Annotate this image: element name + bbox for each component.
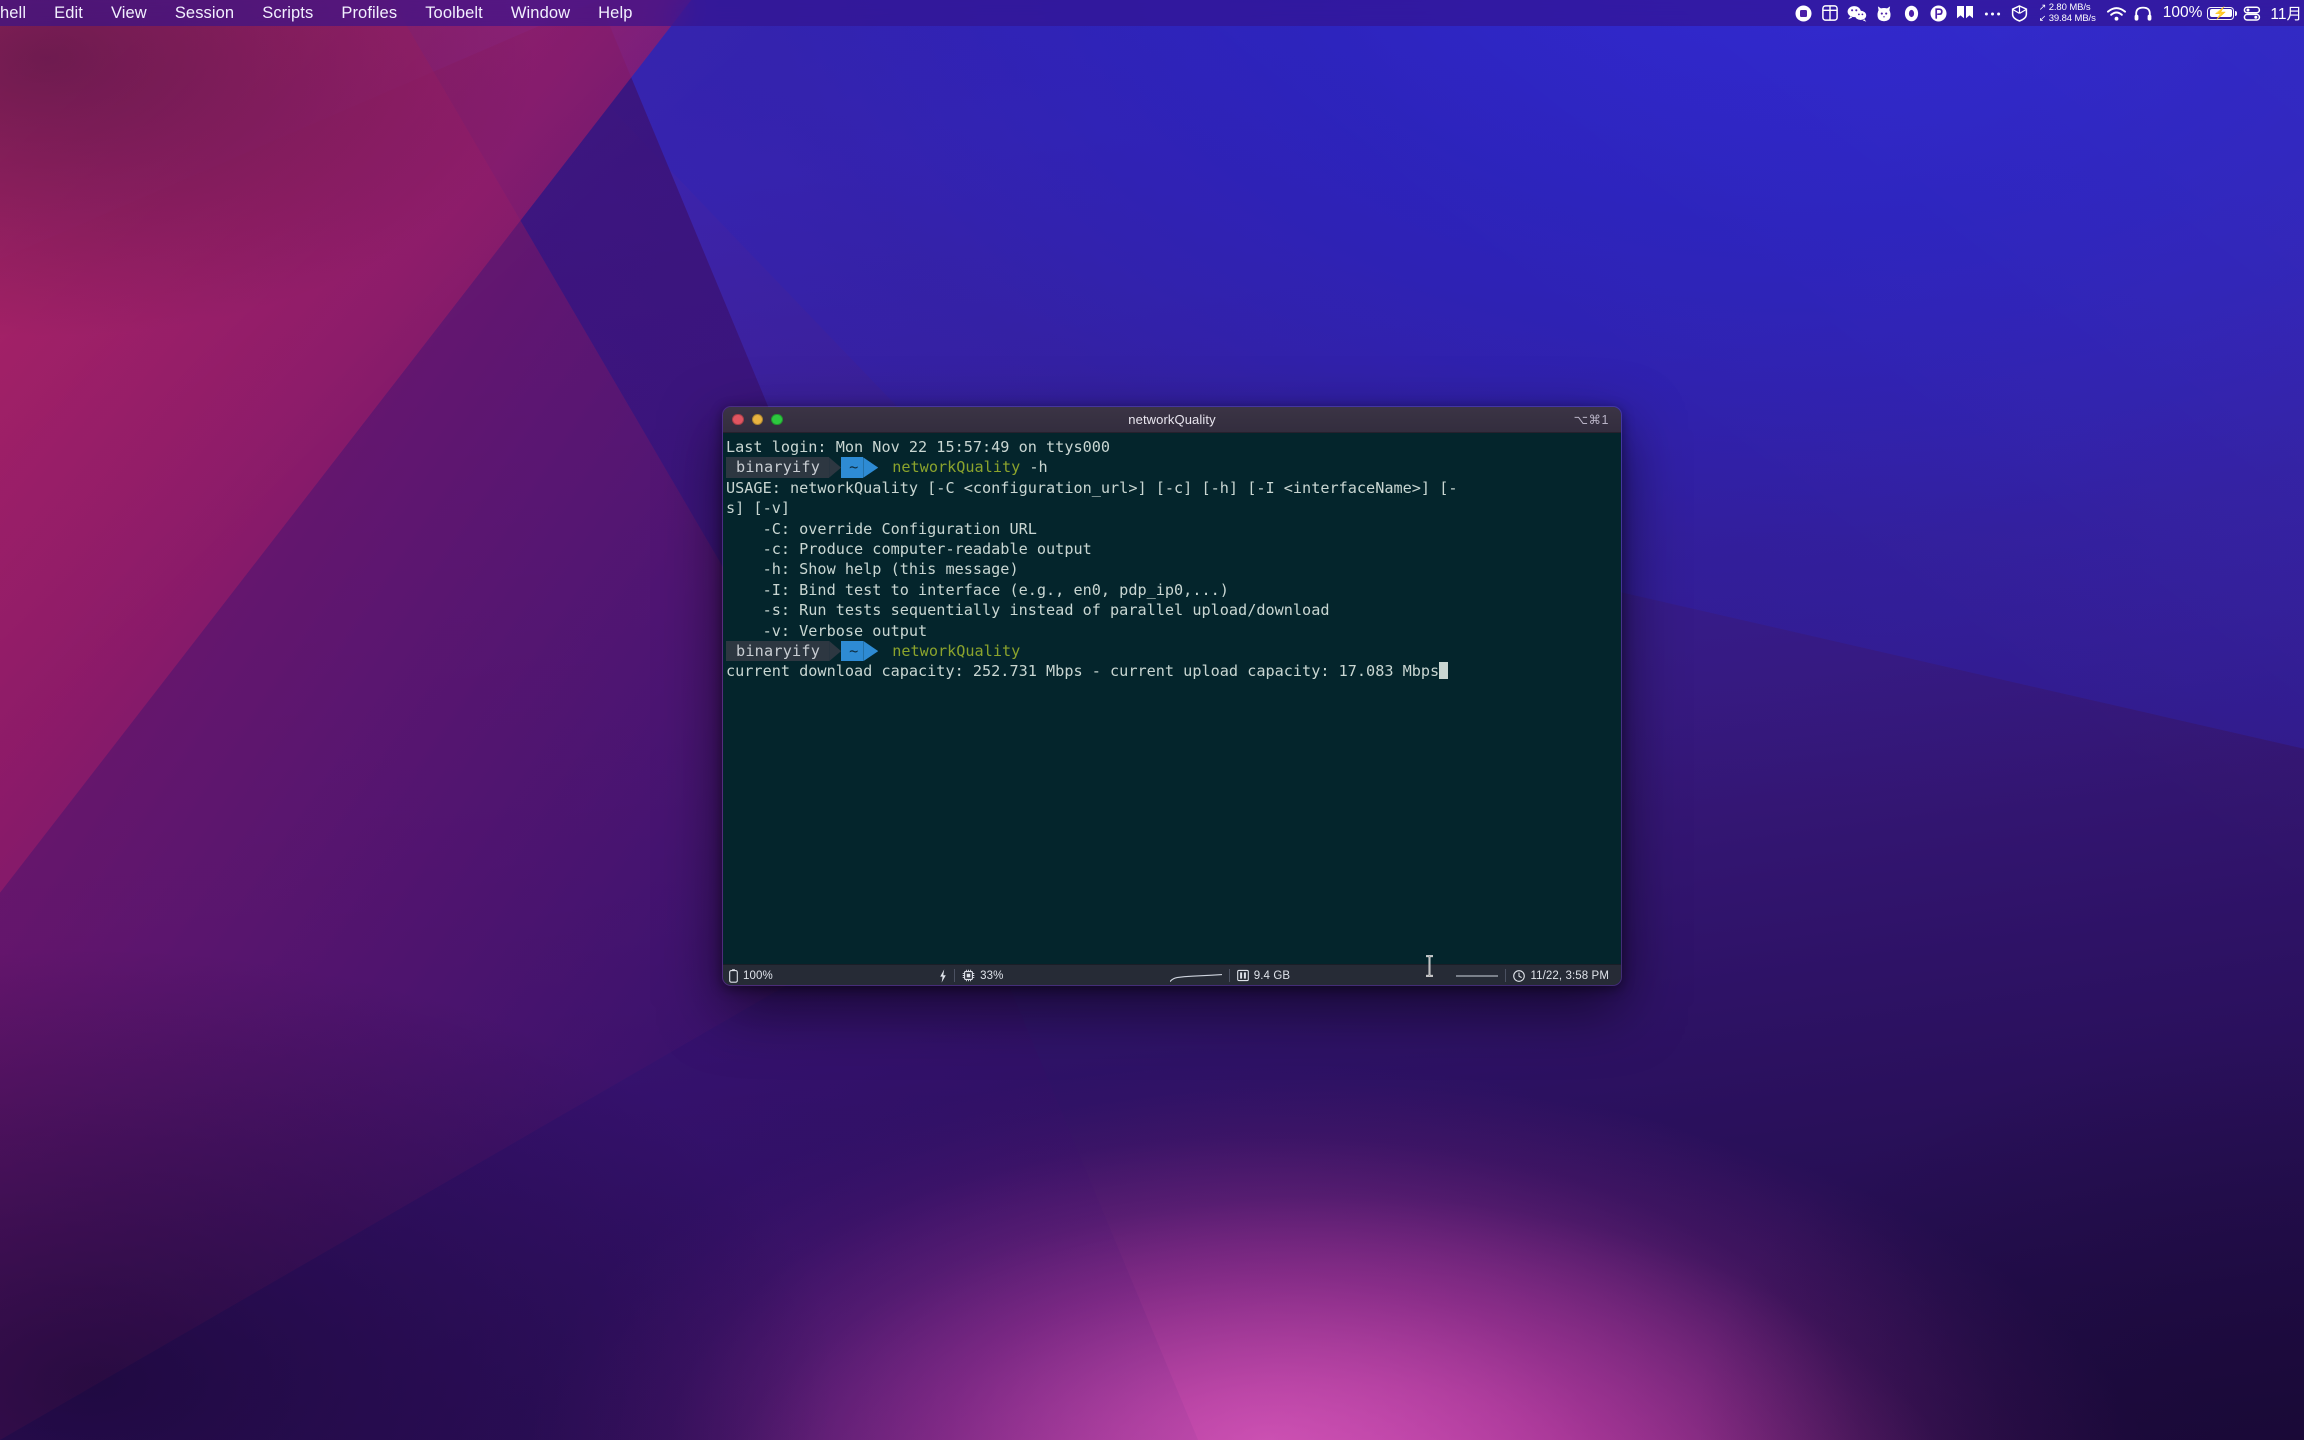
status-memory-group[interactable]: 9.4 GB bbox=[1236, 969, 1291, 982]
bookmarks-icon[interactable] bbox=[1952, 0, 1979, 26]
terminal-status-bar: 100% 33% 9.4 GB 11/22, 3:58 PM bbox=[723, 964, 1621, 985]
battery-icon: ⚡ bbox=[2207, 6, 2238, 20]
minimize-button[interactable] bbox=[751, 413, 763, 426]
cpu-sparkline bbox=[1169, 969, 1222, 983]
upload-arrow-icon: ↗ bbox=[2038, 2, 2047, 12]
powerline-prompt: binaryify ~ bbox=[726, 457, 879, 478]
terminal-line-option-2: -h: Show help (this message) bbox=[726, 560, 1019, 579]
menu-bar: hell Edit View Session Scripts Profiles … bbox=[0, 0, 2304, 26]
terminal-line-login: Last login: Mon Nov 22 15:57:49 on ttys0… bbox=[726, 438, 1111, 456]
window-titlebar[interactable]: networkQuality ⌥⌘1 bbox=[723, 407, 1621, 433]
terminal-result-text: current download capacity: 252.731 Mbps … bbox=[726, 662, 1440, 681]
battery-icon bbox=[729, 968, 738, 983]
prompt-arrow-blue-2 bbox=[863, 640, 879, 662]
prompt-arrow-dark-2 bbox=[829, 640, 842, 662]
terminal-line-option-0: -C: override Configuration URL bbox=[726, 519, 1037, 538]
terminal-command-2: networkQuality bbox=[892, 641, 1021, 660]
shield-box-icon[interactable] bbox=[2006, 0, 2033, 26]
cat-app-icon[interactable] bbox=[1871, 0, 1898, 26]
status-divider-2 bbox=[1228, 969, 1230, 982]
memory-icon bbox=[1236, 969, 1249, 982]
download-arrow-icon: ↙ bbox=[2038, 13, 2047, 23]
headphones-icon[interactable] bbox=[2130, 0, 2157, 26]
prompt-arrow-blue bbox=[863, 457, 879, 478]
window-shortcut-badge: ⌥⌘1 bbox=[1573, 413, 1609, 427]
menu-shell[interactable]: hell bbox=[0, 0, 40, 26]
network-download-row: ↙ 39.84 MB/s bbox=[2039, 13, 2096, 24]
status-battery-group[interactable]: 100% bbox=[729, 968, 773, 983]
menu-view[interactable]: View bbox=[97, 0, 161, 26]
network-upload-row: ↗ 2.80 MB/s bbox=[2039, 2, 2096, 13]
terminal-window[interactable]: networkQuality ⌥⌘1 Last login: Mon Nov 2… bbox=[722, 406, 1622, 986]
lightning-bolt-icon: ⚡ bbox=[2213, 6, 2229, 20]
status-clock-value: 11/22, 3:58 PM bbox=[1530, 969, 1609, 982]
lightning-bolt-icon bbox=[939, 968, 947, 983]
terminal-line-usage-2: s] [-v] bbox=[726, 499, 791, 518]
oval-app-icon[interactable] bbox=[1898, 0, 1925, 26]
ellipsis-icon[interactable] bbox=[1979, 0, 2006, 26]
prompt-user-segment-2: binaryify bbox=[726, 640, 830, 662]
close-button[interactable] bbox=[732, 413, 744, 426]
status-cpu-percent: 33% bbox=[980, 969, 1004, 982]
menu-bar-clock[interactable]: 11月 bbox=[2265, 2, 2302, 24]
terminal-command-1: networkQuality bbox=[892, 458, 1021, 477]
terminal-line-option-4: -s: Run tests sequentially instead of pa… bbox=[726, 601, 1330, 620]
memory-sparkline bbox=[1456, 969, 1499, 983]
cpu-chip-icon bbox=[962, 969, 975, 982]
menu-scripts[interactable]: Scripts bbox=[248, 0, 327, 26]
menu-profiles[interactable]: Profiles bbox=[327, 0, 411, 26]
status-battery-percent: 100% bbox=[743, 969, 773, 982]
terminal-line-option-1: -c: Produce computer-readable output bbox=[726, 539, 1092, 558]
terminal-output-area[interactable]: Last login: Mon Nov 22 15:57:49 on ttys0… bbox=[723, 433, 1621, 964]
battery-percent-label: 100% bbox=[2162, 4, 2203, 21]
status-divider-3 bbox=[1505, 969, 1507, 982]
menu-window[interactable]: Window bbox=[497, 0, 584, 26]
terminal-line-result: current download capacity: 252.731 Mbps … bbox=[723, 661, 1621, 681]
terminal-command-1-args: -h bbox=[1020, 458, 1048, 477]
app-menu-group: hell Edit View Session Scripts Profiles … bbox=[0, 0, 647, 26]
prompt-arrow-dark bbox=[829, 457, 842, 478]
status-cpu-group[interactable]: 33% bbox=[962, 969, 1003, 982]
prompt-path-segment-2: ~ bbox=[841, 640, 864, 662]
menu-bar-tray: ↗ 2.80 MB/s ↙ 39.84 MB/s 100% ⚡ 11月 bbox=[1790, 0, 2304, 26]
upload-speed-value: 2.80 MB/s bbox=[2048, 2, 2091, 13]
menu-edit[interactable]: Edit bbox=[40, 0, 97, 26]
maximize-button[interactable] bbox=[771, 413, 783, 426]
menu-session[interactable]: Session bbox=[161, 0, 248, 26]
menu-toolbelt[interactable]: Toolbelt bbox=[411, 0, 497, 26]
window-frame-icon[interactable] bbox=[1817, 0, 1844, 26]
window-title: networkQuality bbox=[1128, 412, 1216, 427]
prompt-user-segment: binaryify bbox=[726, 457, 830, 478]
terminal-line-option-3: -I: Bind test to interface (e.g., en0, p… bbox=[726, 580, 1229, 599]
clock-icon bbox=[1513, 969, 1526, 982]
prompt-path-segment: ~ bbox=[841, 457, 864, 478]
traffic-lights bbox=[723, 413, 783, 426]
network-speed-indicator[interactable]: ↗ 2.80 MB/s ↙ 39.84 MB/s bbox=[2033, 0, 2103, 26]
terminal-line-usage-1: USAGE: networkQuality [-C <configuration… bbox=[726, 478, 1458, 497]
status-memory-value: 9.4 GB bbox=[1253, 969, 1291, 982]
download-speed-value: 39.84 MB/s bbox=[2048, 13, 2096, 24]
powerline-prompt-2: binaryify ~ bbox=[726, 640, 879, 662]
wechat-icon[interactable] bbox=[1844, 0, 1871, 26]
record-circle-icon[interactable] bbox=[1790, 0, 1817, 26]
terminal-cursor bbox=[1439, 662, 1448, 680]
menu-help[interactable]: Help bbox=[584, 0, 646, 26]
status-clock-group[interactable]: 11/22, 3:58 PM bbox=[1513, 970, 1609, 982]
pixelmator-p-icon[interactable] bbox=[1925, 0, 1952, 26]
wifi-icon[interactable] bbox=[2103, 0, 2130, 26]
terminal-line-option-5: -v: Verbose output bbox=[726, 621, 928, 640]
desktop: hell Edit View Session Scripts Profiles … bbox=[0, 0, 2304, 1440]
terminal-line-prompt-2: binaryify ~ networkQuality bbox=[723, 640, 1621, 662]
battery-indicator[interactable]: 100% ⚡ bbox=[2157, 4, 2239, 22]
terminal-line-prompt-1: binaryify ~ networkQuality -h bbox=[723, 457, 1621, 478]
control-center-icon[interactable] bbox=[2238, 0, 2265, 26]
status-divider-1 bbox=[954, 969, 956, 982]
